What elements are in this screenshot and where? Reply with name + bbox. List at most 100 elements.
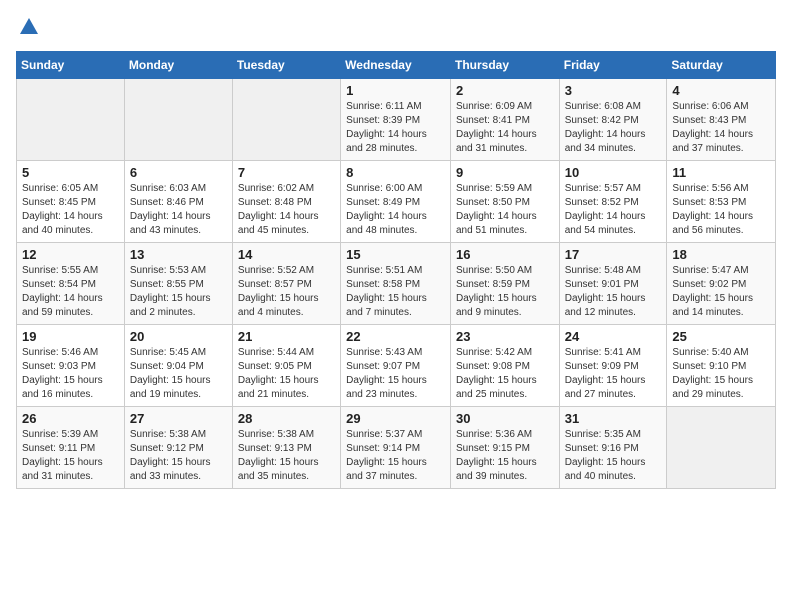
day-number: 9 (456, 165, 554, 180)
day-number: 27 (130, 411, 227, 426)
day-info: Sunrise: 5:47 AM Sunset: 9:02 PM Dayligh… (672, 264, 770, 320)
day-number: 1 (346, 83, 445, 98)
calendar-week-row: 5Sunrise: 6:05 AM Sunset: 8:45 PM Daylig… (17, 160, 776, 242)
calendar-cell: 5Sunrise: 6:05 AM Sunset: 8:45 PM Daylig… (17, 160, 125, 242)
logo (16, 16, 40, 43)
weekday-header: Thursday (450, 51, 559, 78)
day-info: Sunrise: 6:09 AM Sunset: 8:41 PM Dayligh… (456, 100, 554, 156)
calendar-cell: 28 Sunrise: 5:38 AM Sunset: 9:13 PM Dayli… (232, 406, 340, 488)
calendar-cell: 24 Sunrise: 5:41 AM Sunset: 9:09 PM Dayli… (559, 324, 667, 406)
calendar-cell: 17Sunrise: 5:48 AM Sunset: 9:01 PM Dayli… (559, 242, 667, 324)
calendar-header: SundayMondayTuesdayWednesdayThursdayFrid… (17, 51, 776, 78)
day-info: Sunrise: 5:53 AM Sunset: 8:55 PM Dayligh… (130, 264, 227, 320)
page-header (16, 16, 776, 43)
calendar-cell: 3 Sunrise: 6:08 AM Sunset: 8:42 PM Daylig… (559, 78, 667, 160)
day-info: Sunrise: 5:41 AM Sunset: 9:09 PM Dayligh… (565, 346, 662, 402)
day-number: 4 (672, 83, 770, 98)
calendar-cell: 15 Sunrise: 5:51 AM Sunset: 8:58 PM Dayli… (341, 242, 451, 324)
day-info: Sunrise: 5:39 AM Sunset: 9:11 PM Dayligh… (22, 428, 119, 484)
day-number: 13 (130, 247, 227, 262)
day-info: Sunrise: 5:57 AM Sunset: 8:52 PM Dayligh… (565, 182, 662, 238)
day-number: 5 (22, 165, 119, 180)
calendar-cell: 18 Sunrise: 5:47 AM Sunset: 9:02 PM Dayli… (667, 242, 776, 324)
day-number: 14 (238, 247, 335, 262)
day-info: Sunrise: 5:35 AM Sunset: 9:16 PM Dayligh… (565, 428, 662, 484)
day-number: 31 (565, 411, 662, 426)
day-info: Sunrise: 5:43 AM Sunset: 9:07 PM Dayligh… (346, 346, 445, 402)
calendar-cell: 22 Sunrise: 5:43 AM Sunset: 9:07 PM Dayli… (341, 324, 451, 406)
day-info: Sunrise: 6:08 AM Sunset: 8:42 PM Dayligh… (565, 100, 662, 156)
day-info: Sunrise: 6:02 AM Sunset: 8:48 PM Dayligh… (238, 182, 335, 238)
day-number: 22 (346, 329, 445, 344)
calendar-cell: 16 Sunrise: 5:50 AM Sunset: 8:59 PM Dayli… (450, 242, 559, 324)
calendar-cell: 21 Sunrise: 5:44 AM Sunset: 9:05 PM Dayli… (232, 324, 340, 406)
day-number: 29 (346, 411, 445, 426)
day-info: Sunrise: 5:36 AM Sunset: 9:15 PM Dayligh… (456, 428, 554, 484)
day-info: Sunrise: 5:48 AM Sunset: 9:01 PM Dayligh… (565, 264, 662, 320)
calendar-cell: 1 Sunrise: 6:11 AM Sunset: 8:39 PM Daylig… (341, 78, 451, 160)
calendar-cell: 6 Sunrise: 6:03 AM Sunset: 8:46 PM Daylig… (124, 160, 232, 242)
day-info: Sunrise: 5:55 AM Sunset: 8:54 PM Dayligh… (22, 264, 119, 320)
day-info: Sunrise: 6:03 AM Sunset: 8:46 PM Dayligh… (130, 182, 227, 238)
day-number: 20 (130, 329, 227, 344)
calendar-cell: 29 Sunrise: 5:37 AM Sunset: 9:14 PM Dayli… (341, 406, 451, 488)
day-number: 24 (565, 329, 662, 344)
day-info: Sunrise: 5:59 AM Sunset: 8:50 PM Dayligh… (456, 182, 554, 238)
weekday-header: Tuesday (232, 51, 340, 78)
day-number: 12 (22, 247, 119, 262)
day-number: 28 (238, 411, 335, 426)
day-number: 16 (456, 247, 554, 262)
day-info: Sunrise: 5:51 AM Sunset: 8:58 PM Dayligh… (346, 264, 445, 320)
day-number: 18 (672, 247, 770, 262)
day-info: Sunrise: 5:50 AM Sunset: 8:59 PM Dayligh… (456, 264, 554, 320)
day-number: 10 (565, 165, 662, 180)
day-number: 11 (672, 165, 770, 180)
calendar-week-row: 12 Sunrise: 5:55 AM Sunset: 8:54 PM Dayli… (17, 242, 776, 324)
calendar-cell (232, 78, 340, 160)
calendar-cell: 7Sunrise: 6:02 AM Sunset: 8:48 PM Daylig… (232, 160, 340, 242)
day-info: Sunrise: 5:44 AM Sunset: 9:05 PM Dayligh… (238, 346, 335, 402)
day-number: 19 (22, 329, 119, 344)
weekday-header: Saturday (667, 51, 776, 78)
day-number: 21 (238, 329, 335, 344)
calendar-body: 1 Sunrise: 6:11 AM Sunset: 8:39 PM Daylig… (17, 78, 776, 488)
calendar-cell (124, 78, 232, 160)
weekday-header: Monday (124, 51, 232, 78)
calendar-cell: 4 Sunrise: 6:06 AM Sunset: 8:43 PM Daylig… (667, 78, 776, 160)
day-info: Sunrise: 6:11 AM Sunset: 8:39 PM Dayligh… (346, 100, 445, 156)
weekday-header: Friday (559, 51, 667, 78)
calendar-cell: 9 Sunrise: 5:59 AM Sunset: 8:50 PM Daylig… (450, 160, 559, 242)
day-number: 6 (130, 165, 227, 180)
day-number: 26 (22, 411, 119, 426)
calendar-cell (17, 78, 125, 160)
calendar-cell (667, 406, 776, 488)
calendar-cell: 11 Sunrise: 5:56 AM Sunset: 8:53 PM Dayli… (667, 160, 776, 242)
day-info: Sunrise: 5:56 AM Sunset: 8:53 PM Dayligh… (672, 182, 770, 238)
calendar-cell: 13 Sunrise: 5:53 AM Sunset: 8:55 PM Dayli… (124, 242, 232, 324)
day-number: 2 (456, 83, 554, 98)
day-number: 3 (565, 83, 662, 98)
day-info: Sunrise: 5:38 AM Sunset: 9:13 PM Dayligh… (238, 428, 335, 484)
day-info: Sunrise: 5:46 AM Sunset: 9:03 PM Dayligh… (22, 346, 119, 402)
calendar-cell: 26 Sunrise: 5:39 AM Sunset: 9:11 PM Dayli… (17, 406, 125, 488)
day-info: Sunrise: 5:45 AM Sunset: 9:04 PM Dayligh… (130, 346, 227, 402)
header-row: SundayMondayTuesdayWednesdayThursdayFrid… (17, 51, 776, 78)
day-info: Sunrise: 5:38 AM Sunset: 9:12 PM Dayligh… (130, 428, 227, 484)
day-number: 15 (346, 247, 445, 262)
calendar-cell: 25Sunrise: 5:40 AM Sunset: 9:10 PM Dayli… (667, 324, 776, 406)
calendar-table: SundayMondayTuesdayWednesdayThursdayFrid… (16, 51, 776, 489)
day-info: Sunrise: 5:40 AM Sunset: 9:10 PM Dayligh… (672, 346, 770, 402)
calendar-cell: 30 Sunrise: 5:36 AM Sunset: 9:15 PM Dayli… (450, 406, 559, 488)
day-number: 30 (456, 411, 554, 426)
calendar-cell: 31 Sunrise: 5:35 AM Sunset: 9:16 PM Dayli… (559, 406, 667, 488)
calendar-cell: 19 Sunrise: 5:46 AM Sunset: 9:03 PM Dayli… (17, 324, 125, 406)
calendar-cell: 12 Sunrise: 5:55 AM Sunset: 8:54 PM Dayli… (17, 242, 125, 324)
weekday-header: Wednesday (341, 51, 451, 78)
calendar-week-row: 1 Sunrise: 6:11 AM Sunset: 8:39 PM Daylig… (17, 78, 776, 160)
day-info: Sunrise: 6:00 AM Sunset: 8:49 PM Dayligh… (346, 182, 445, 238)
day-info: Sunrise: 6:06 AM Sunset: 8:43 PM Dayligh… (672, 100, 770, 156)
calendar-week-row: 19 Sunrise: 5:46 AM Sunset: 9:03 PM Dayli… (17, 324, 776, 406)
day-number: 23 (456, 329, 554, 344)
calendar-cell: 8Sunrise: 6:00 AM Sunset: 8:49 PM Daylig… (341, 160, 451, 242)
day-info: Sunrise: 5:37 AM Sunset: 9:14 PM Dayligh… (346, 428, 445, 484)
